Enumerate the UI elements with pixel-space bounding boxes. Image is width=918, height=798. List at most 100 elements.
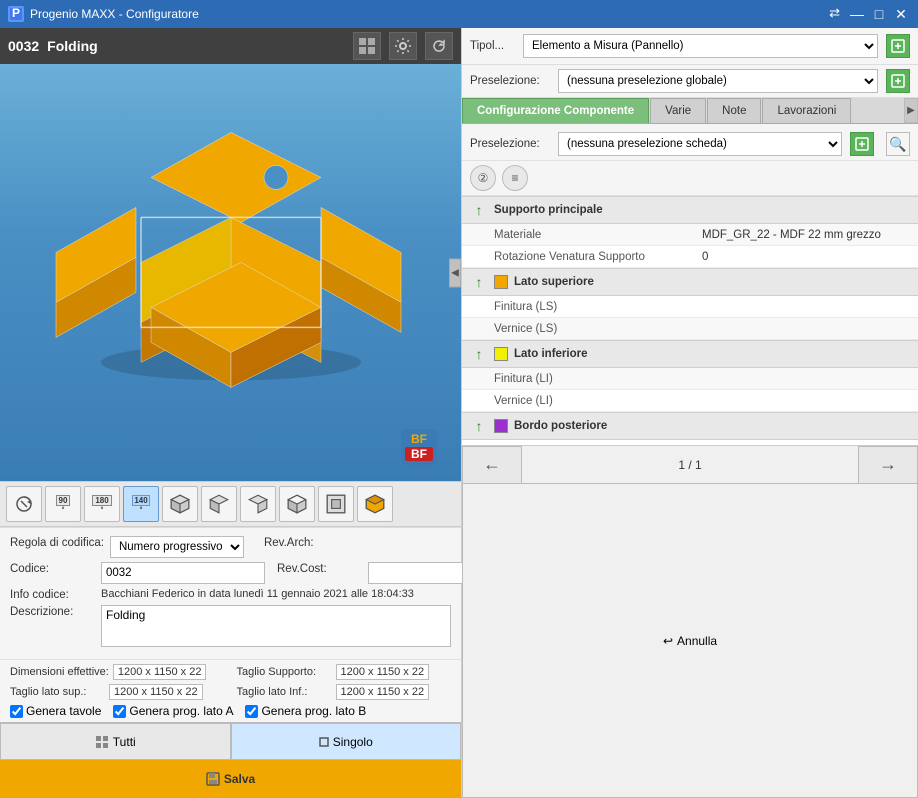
section-supporto: ↑ Supporto principale — [462, 196, 918, 224]
config-icon-row: ② ≡ — [462, 161, 918, 196]
config-btn-1[interactable]: ② — [470, 165, 496, 191]
swap-icon: ⇄ — [829, 5, 840, 23]
page-info: 1 / 1 — [522, 458, 858, 472]
refresh-button[interactable] — [425, 32, 453, 60]
taglio-sup-value: 1200 x 1150 x 22 — [109, 684, 203, 700]
dim-eff-label: Dimensioni effettive: — [10, 666, 109, 678]
main-layout: 0032 Folding ◀ BF — [0, 28, 918, 798]
genera-prog-b-checkbox[interactable]: Genera prog. lato B — [245, 704, 366, 718]
tab-content: Preselezione: (nessuna preselezione sche… — [462, 124, 918, 445]
descrizione-textarea[interactable]: Folding — [101, 605, 451, 647]
bf-badge: BF BF — [401, 429, 437, 465]
app-icon: P — [8, 6, 24, 22]
left-header: 0032 Folding — [0, 28, 461, 64]
properties-panel: Regola di codifica: Numero progressivo R… — [0, 527, 461, 659]
supporto-title: Supporto principale — [494, 204, 603, 216]
lato-inf-color — [494, 347, 508, 361]
taglio-inf-label: Taglio lato Inf.: — [237, 686, 332, 698]
lato-inf-finitura-row: Finitura (LI) — [462, 368, 918, 390]
lato-sup-color — [494, 275, 508, 289]
taglio-supporto-label: Taglio Supporto: — [237, 666, 332, 678]
item-code: 0032 — [8, 38, 39, 54]
bottom-row-left: Tutti Singolo — [0, 722, 461, 760]
cube-view-5[interactable] — [318, 486, 354, 522]
grid-view-button[interactable] — [353, 32, 381, 60]
minimize-button[interactable]: — — [848, 5, 866, 23]
info-value: Bacchiani Federico in data lunedì 11 gen… — [101, 588, 451, 600]
supporto-arrow[interactable]: ↑ — [470, 201, 488, 219]
bordo-post-arrow[interactable]: ↑ — [470, 417, 488, 435]
view-140-button[interactable]: 140 ° — [123, 486, 159, 522]
tabs-collapse-arrow[interactable]: ▶ — [904, 98, 918, 123]
panel-collapse-arrow[interactable]: ◀ — [449, 258, 461, 287]
lato-inf-title: Lato inferiore — [514, 348, 587, 360]
svg-text:BF: BF — [411, 447, 427, 461]
regola-label: Regola di codifica: — [10, 536, 104, 549]
tab-lavorazioni[interactable]: Lavorazioni — [762, 98, 851, 123]
cube-view-2[interactable] — [201, 486, 237, 522]
search-button[interactable]: 🔍 — [886, 132, 910, 156]
tab-config[interactable]: Configurazione Componente — [462, 98, 649, 123]
close-button[interactable]: ✕ — [892, 5, 910, 23]
view-90-button[interactable]: 90 ° — [45, 486, 81, 522]
settings-button[interactable] — [389, 32, 417, 60]
tabs-bar: Configurazione Componente Varie Note Lav… — [462, 98, 918, 124]
lato-sup-finitura-row: Finitura (LS) — [462, 296, 918, 318]
pres-scheda-row: Preselezione: (nessuna preselezione sche… — [462, 128, 918, 161]
codice-label: Codice: — [10, 562, 95, 575]
rotate-button[interactable] — [6, 486, 42, 522]
next-button[interactable]: → — [858, 446, 918, 484]
tipo-select[interactable]: Elemento a Misura (Pannello) — [523, 34, 878, 58]
app-title: Progenio MAXX - Configuratore — [30, 7, 823, 21]
lato-inf-arrow[interactable]: ↑ — [470, 345, 488, 363]
pres-globale-select[interactable]: (nessuna preselezione globale) — [558, 69, 878, 93]
svg-text:P: P — [12, 7, 20, 20]
dimensions-panel: Dimensioni effettive: 1200 x 1150 x 22 T… — [0, 659, 461, 722]
taglio-sup-label: Taglio lato sup.: — [10, 686, 105, 698]
right-panel: Tipol... Elemento a Misura (Pannello) Pr… — [462, 28, 918, 798]
bordo-post-color — [494, 419, 508, 433]
cube-view-6[interactable] — [357, 486, 393, 522]
view-toolbar: 90 ° 180 ° 140 ° — [0, 481, 461, 527]
cube-view-4[interactable] — [279, 486, 315, 522]
view-180-button[interactable]: 180 ° — [84, 486, 120, 522]
pres-globale-button[interactable] — [886, 69, 910, 93]
tipo-icon-button[interactable] — [886, 34, 910, 58]
prev-button[interactable]: ← — [462, 446, 522, 484]
tipo-label: Tipol... — [470, 40, 515, 52]
rev-arch-label: Rev.Arch: — [264, 536, 349, 549]
salva-button[interactable]: Salva — [0, 760, 461, 798]
codice-input[interactable] — [101, 562, 265, 584]
cube-view-1[interactable] — [162, 486, 198, 522]
pres-scheda-label: Preselezione: — [470, 138, 550, 150]
lato-sup-vernice-row: Vernice (LS) — [462, 318, 918, 340]
pres-scheda-button[interactable] — [850, 132, 874, 156]
tutti-button[interactable]: Tutti — [0, 723, 231, 760]
taglio-inf-value: 1200 x 1150 x 22 — [336, 684, 430, 700]
config-btn-2[interactable]: ≡ — [502, 165, 528, 191]
singolo-button[interactable]: Singolo — [231, 723, 462, 760]
3d-viewport[interactable]: ◀ BF BF — [0, 64, 461, 481]
tab-note[interactable]: Note — [707, 98, 761, 123]
rev-cost-label: Rev.Cost: — [277, 562, 362, 575]
annulla-icon: ↩ — [663, 634, 673, 648]
annulla-button[interactable]: ↩ Annulla — [462, 483, 918, 798]
pres-scheda-select[interactable]: (nessuna preselezione scheda) — [558, 132, 842, 156]
bordo-post-title: Bordo posteriore — [514, 420, 607, 432]
info-label: Info codice: — [10, 588, 95, 601]
descrizione-label: Descrizione: — [10, 605, 95, 618]
cube-view-3[interactable] — [240, 486, 276, 522]
lato-inf-vernice-row: Vernice (LI) — [462, 390, 918, 412]
section-bordo-post: ↑ Bordo posteriore — [462, 412, 918, 440]
supporto-rotazione-row: Rotazione Venatura Supporto 0 — [462, 246, 918, 268]
genera-tavole-checkbox[interactable]: Genera tavole — [10, 704, 101, 718]
maximize-button[interactable]: □ — [870, 5, 888, 23]
lato-sup-arrow[interactable]: ↑ — [470, 273, 488, 291]
genera-prog-a-checkbox[interactable]: Genera prog. lato A — [113, 704, 233, 718]
titlebar: P Progenio MAXX - Configuratore ⇄ — □ ✕ — [0, 0, 918, 28]
window-controls: ⇄ — □ ✕ — [829, 5, 910, 23]
item-title: Folding — [47, 38, 345, 54]
regola-select[interactable]: Numero progressivo — [110, 536, 244, 558]
pres-globale-row: Preselezione: (nessuna preselezione glob… — [462, 65, 918, 98]
tab-varie[interactable]: Varie — [650, 98, 706, 123]
